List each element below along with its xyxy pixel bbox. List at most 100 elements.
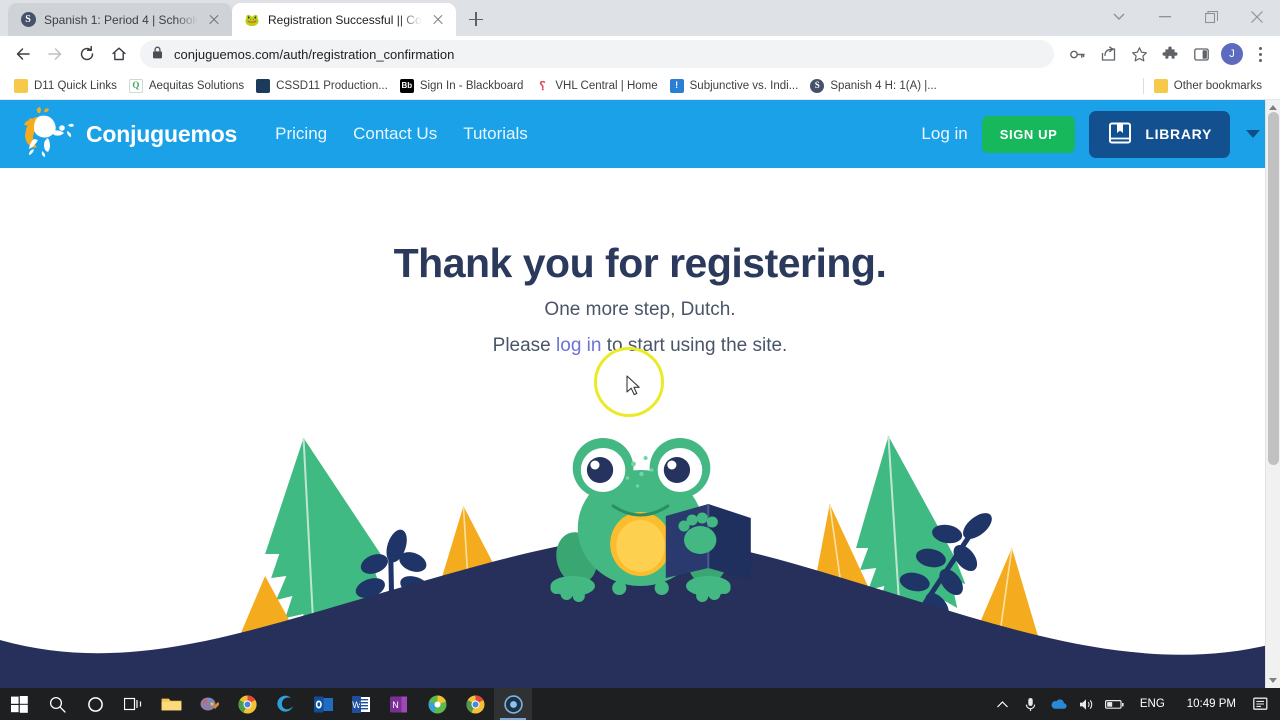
- scroll-down-arrow[interactable]: [1266, 673, 1280, 688]
- schoology-icon: S: [20, 12, 36, 28]
- other-bookmarks-button[interactable]: Other bookmarks: [1150, 76, 1270, 96]
- bookmark-label: VHL Central | Home: [555, 79, 658, 92]
- address-bar-url: conjuguemos.com/auth/registration_confir…: [174, 46, 455, 62]
- login-inline-link[interactable]: log in: [556, 335, 601, 356]
- toolbar-actions: J: [1062, 39, 1272, 69]
- new-tab-button[interactable]: [462, 5, 490, 33]
- windows-start-icon[interactable]: [0, 688, 38, 720]
- tab-search-icon[interactable]: [1096, 0, 1142, 34]
- microphone-icon[interactable]: [1018, 688, 1044, 720]
- tab-close-button[interactable]: [206, 12, 222, 28]
- tab-title: Registration Successful || Conjug: [268, 12, 422, 27]
- browser-toolbar: conjuguemos.com/auth/registration_confir…: [0, 36, 1280, 72]
- brand-name: Conjuguemos: [86, 120, 238, 147]
- home-icon[interactable]: [104, 39, 134, 69]
- tab-close-button[interactable]: [430, 12, 446, 28]
- bookmark-favicon: [14, 78, 28, 93]
- site-secure-lock-icon: [152, 46, 164, 62]
- bookmark-item[interactable]: Bb Sign In - Blackboard: [396, 76, 532, 96]
- library-button[interactable]: LIBRARY: [1089, 110, 1230, 158]
- chevron-down-icon[interactable]: [1246, 130, 1260, 138]
- chrome-menu-icon[interactable]: [1248, 40, 1272, 68]
- outlook-icon[interactable]: [304, 688, 342, 720]
- taskbar-clock[interactable]: 10:49 PM: [1177, 698, 1246, 711]
- onedrive-icon[interactable]: [1046, 688, 1072, 720]
- signup-button[interactable]: SIGN UP: [981, 115, 1076, 153]
- unknown-green-icon[interactable]: [418, 688, 456, 720]
- bookmark-label: Spanish 4 H: 1(A) |...: [830, 79, 937, 92]
- bookmark-label: D11 Quick Links: [34, 79, 117, 92]
- side-panel-icon[interactable]: [1186, 39, 1216, 69]
- other-bookmarks-label: Other bookmarks: [1173, 79, 1262, 92]
- chrome-icon[interactable]: [228, 688, 266, 720]
- chrome-icon[interactable]: [456, 688, 494, 720]
- close-icon[interactable]: [1234, 0, 1280, 34]
- bookmark-label: Sign In - Blackboard: [419, 79, 524, 92]
- bookmark-favicon: ⸮: [535, 78, 550, 93]
- avatar[interactable]: J: [1217, 39, 1247, 69]
- hero-subtitle: One more step, Dutch.: [544, 299, 736, 320]
- share-icon[interactable]: [1093, 39, 1123, 69]
- site-nav: Pricing Contact Us Tutorials: [275, 124, 528, 144]
- task-view-icon[interactable]: [114, 688, 152, 720]
- svg-text:N: N: [392, 700, 399, 710]
- tab-strip: S Spanish 1: Period 4 | Schoology 🐸 Regi…: [0, 0, 1280, 36]
- bookmark-item[interactable]: Q Aequitas Solutions: [125, 76, 252, 96]
- header-actions: Log in SIGN UP LIBRARY: [921, 110, 1260, 158]
- back-arrow-icon[interactable]: [8, 39, 38, 69]
- bookmark-item[interactable]: ! Subjunctive vs. Indi...: [666, 76, 807, 96]
- brand-logo-link[interactable]: Conjuguemos: [18, 106, 238, 162]
- reload-icon[interactable]: [72, 39, 102, 69]
- login-link[interactable]: Log in: [921, 124, 967, 144]
- profile-initial: J: [1221, 43, 1243, 65]
- battery-icon[interactable]: [1102, 688, 1128, 720]
- library-label: LIBRARY: [1145, 126, 1212, 142]
- maximize-icon[interactable]: [1188, 0, 1234, 34]
- address-bar[interactable]: conjuguemos.com/auth/registration_confir…: [140, 40, 1054, 68]
- browser-tab-2[interactable]: 🐸 Registration Successful || Conjug: [232, 3, 456, 36]
- bookmark-item[interactable]: ⸮ VHL Central | Home: [531, 76, 665, 96]
- bookmark-favicon: Bb: [399, 78, 414, 93]
- divider: [1142, 77, 1144, 94]
- forward-arrow-icon[interactable]: [40, 39, 70, 69]
- bookmark-favicon: S: [810, 78, 825, 93]
- show-hidden-icons[interactable]: [990, 688, 1016, 720]
- minimize-icon[interactable]: [1142, 0, 1188, 34]
- extensions-icon[interactable]: [1155, 39, 1185, 69]
- frog-icon: 🐸: [244, 12, 260, 27]
- onenote-icon[interactable]: N: [380, 688, 418, 720]
- scrollbar-thumb[interactable]: [1268, 112, 1279, 465]
- bookmark-star-icon[interactable]: [1124, 39, 1154, 69]
- password-key-icon[interactable]: [1062, 39, 1092, 69]
- paint-3d-icon[interactable]: [190, 688, 228, 720]
- mouse-arrow-cursor: [626, 375, 642, 402]
- language-indicator[interactable]: ENG: [1130, 698, 1175, 711]
- nav-item-tutorials[interactable]: Tutorials: [463, 124, 528, 144]
- yellow-ring-highlight: [594, 347, 664, 417]
- volume-icon[interactable]: [1074, 688, 1100, 720]
- nav-item-pricing[interactable]: Pricing: [275, 124, 327, 144]
- search-icon[interactable]: [38, 688, 76, 720]
- bookmark-item[interactable]: CSSD11 Production...: [252, 76, 396, 96]
- edge-icon[interactable]: [266, 688, 304, 720]
- browser-tab-1[interactable]: S Spanish 1: Period 4 | Schoology: [8, 3, 232, 36]
- page-title: Thank you for registering.: [393, 240, 887, 286]
- page-scrollbar[interactable]: [1265, 100, 1280, 688]
- bookmark-favicon: [256, 78, 271, 93]
- cortana-icon[interactable]: [76, 688, 114, 720]
- bookmark-item[interactable]: S Spanish 4 H: 1(A) |...: [806, 76, 945, 96]
- bookmark-label: CSSD11 Production...: [276, 79, 388, 92]
- illustration: [0, 428, 1280, 688]
- bookmark-label: Subjunctive vs. Indi...: [689, 79, 799, 92]
- folder-icon: [1153, 78, 1168, 93]
- bookmark-favicon: Q: [128, 78, 143, 93]
- recording-icon[interactable]: [494, 688, 532, 720]
- notifications-icon[interactable]: [1248, 688, 1274, 720]
- system-tray: ENG 10:49 PM: [990, 688, 1280, 720]
- word-icon[interactable]: W: [342, 688, 380, 720]
- nav-item-contact-us[interactable]: Contact Us: [353, 124, 437, 144]
- file-explorer-icon[interactable]: [152, 688, 190, 720]
- bookmark-label: Aequitas Solutions: [148, 79, 245, 92]
- bookmark-item[interactable]: D11 Quick Links: [10, 76, 125, 96]
- hero-instruction-suffix: to start using the site.: [601, 335, 788, 356]
